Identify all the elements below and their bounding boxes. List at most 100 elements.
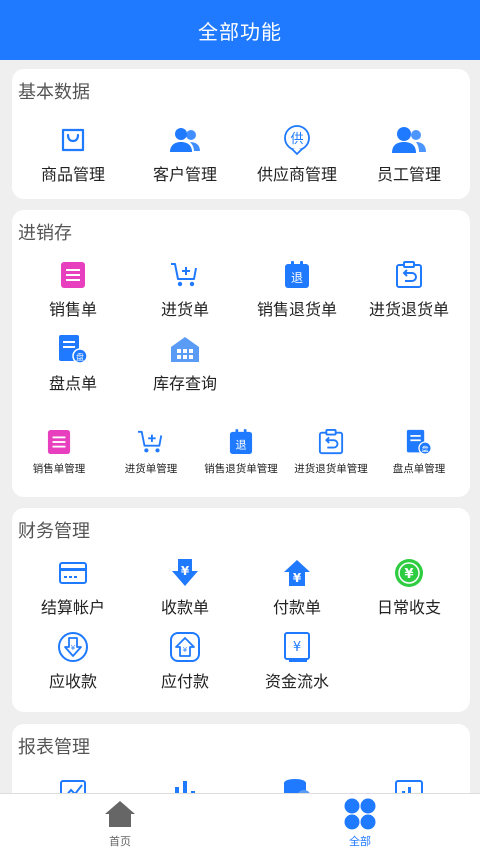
item-label: 盘点单 [48,374,97,393]
item-report-board[interactable] [352,774,466,793]
item-label: 销售退货单管理 [204,463,278,475]
item-label: 商品管理 [40,165,105,184]
item-settlement-account[interactable]: 结算帐户 [16,556,130,618]
item-report-bar[interactable] [128,774,242,793]
receive-payment-icon: ¥ [168,556,202,590]
item-sales-return-management[interactable]: 退 销售退货单管理 [196,428,286,476]
top-bar: 全部功能 [0,0,480,60]
trend-chart-icon [56,774,90,793]
customers-icon [168,123,202,157]
item-label: 进货退货单 [368,300,449,319]
nav-label: 首页 [109,835,131,848]
section-title: 基本数据 [18,82,90,103]
item-sales-order-management[interactable]: 销售单管理 [14,428,104,476]
item-stocktake-management[interactable]: 盘 盘点单管理 [374,428,464,476]
item-supplier-management[interactable]: 供 供应商管理 [240,123,354,185]
item-sales-order[interactable]: 销售单 [16,258,130,320]
item-label: 进货单 [160,300,209,319]
scroll-content[interactable]: 基本数据 商品管理 客户管理 供 供应商管理 员工管理 进销存 销售单 进货单 … [0,60,480,793]
item-label: 日常收支 [376,598,441,617]
chart-board-icon [392,774,426,793]
item-product-management[interactable]: 商品管理 [16,123,130,185]
item-label: 供应商管理 [256,165,337,184]
purchase-return-icon [392,258,426,292]
employees-icon [392,123,426,157]
item-label: 销售退货单 [256,300,337,319]
all-grid-icon [343,798,377,830]
home-icon [103,798,137,830]
section-finance: 财务管理 结算帐户 ¥ 收款单 ¥ 付款单 ¥ 日常收支 ¥ 应收款 ¥ 应付款… [12,508,470,712]
item-purchase-return-order[interactable]: 进货退货单 [352,258,466,320]
section-basic-data: 基本数据 商品管理 客户管理 供 供应商管理 员工管理 [12,69,470,199]
svg-text:¥: ¥ [293,640,301,655]
purchase-return-icon [317,428,345,456]
card-icon [56,556,90,590]
item-label: 销售单 [48,300,97,319]
item-report-coins[interactable] [240,774,354,793]
nav-all[interactable]: 全部 [300,798,420,849]
fund-flow-icon: ¥ [280,630,314,664]
svg-text:¥: ¥ [183,646,188,654]
section-title: 报表管理 [18,737,90,758]
section-title: 进销存 [18,223,72,244]
item-report-trend[interactable] [16,774,130,793]
item-inventory-query[interactable]: 库存查询 [128,332,242,394]
sales-return-icon: 退 [280,258,314,292]
purchase-cart-icon [168,258,202,292]
page-title: 全部功能 [198,19,282,44]
coins-report-icon [280,774,314,793]
warehouse-icon [168,332,202,366]
item-label: 盘点单管理 [392,463,446,475]
item-fund-flow[interactable]: ¥ 资金流水 [240,630,354,692]
svg-text:盘: 盘 [76,352,84,362]
item-label: 应付款 [160,672,209,691]
item-label: 应收款 [48,672,97,691]
stocktake-icon: 盘 [405,428,433,456]
sales-order-icon [56,258,90,292]
section-inventory: 进销存 销售单 进货单 退 销售退货单 进货退货单 盘 盘点单 库存查询 销售单… [12,210,470,497]
item-payment-order[interactable]: ¥ 付款单 [240,556,354,618]
supplier-icon: 供 [280,123,314,157]
purchase-cart-icon [137,428,165,456]
item-sales-return-order[interactable]: 退 销售退货单 [240,258,354,320]
section-title: 财务管理 [18,521,90,542]
bottom-nav: 首页 全部 [0,793,480,853]
sales-return-icon: 退 [227,428,255,456]
item-label: 结算帐户 [40,598,105,617]
item-employee-management[interactable]: 员工管理 [352,123,466,185]
item-purchase-order[interactable]: 进货单 [128,258,242,320]
make-payment-icon: ¥ [280,556,314,590]
daily-expense-icon: ¥ [392,556,426,590]
sales-order-icon [45,428,73,456]
item-purchase-return-management[interactable]: 进货退货单管理 [286,428,376,476]
bar-chart-icon [168,774,202,793]
svg-text:¥: ¥ [181,564,190,578]
svg-text:退: 退 [291,271,303,285]
item-label: 收款单 [160,598,209,617]
svg-text:供: 供 [290,132,303,147]
receivable-icon: ¥ [56,630,90,664]
nav-home[interactable]: 首页 [60,798,180,849]
payable-icon: ¥ [168,630,202,664]
item-receipt-order[interactable]: ¥ 收款单 [128,556,242,618]
item-label: 销售单管理 [32,463,86,475]
svg-text:¥: ¥ [71,644,76,652]
item-customer-management[interactable]: 客户管理 [128,123,242,185]
item-stocktake-order[interactable]: 盘 盘点单 [16,332,130,394]
nav-label: 全部 [349,835,371,848]
item-label: 资金流水 [264,672,329,691]
item-receivables[interactable]: ¥ 应收款 [16,630,130,692]
svg-text:¥: ¥ [404,567,413,582]
item-daily-income-expense[interactable]: ¥ 日常收支 [352,556,466,618]
shopping-bag-icon [56,123,90,157]
item-label: 客户管理 [152,165,217,184]
item-payables[interactable]: ¥ 应付款 [128,630,242,692]
stocktake-icon: 盘 [56,332,90,366]
svg-text:盘: 盘 [422,445,429,454]
item-label: 付款单 [272,598,321,617]
section-reports: 报表管理 [12,724,470,793]
svg-text:¥: ¥ [293,571,302,585]
item-label: 员工管理 [376,165,441,184]
item-label: 库存查询 [152,374,217,393]
item-purchase-order-management[interactable]: 进货单管理 [106,428,196,476]
